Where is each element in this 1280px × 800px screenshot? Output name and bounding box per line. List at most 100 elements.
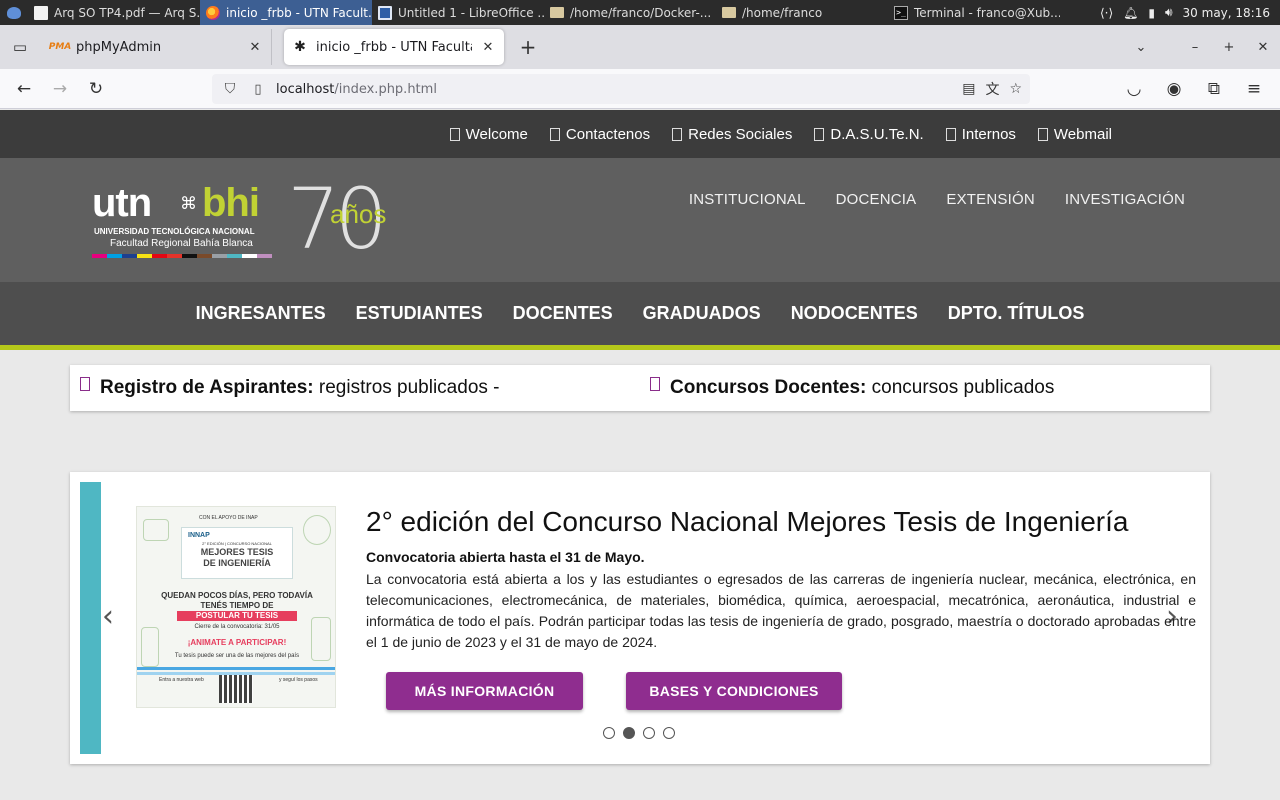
tracking-protection-shield-icon[interactable]: ⛉ (220, 81, 240, 97)
carousel-dot[interactable] (643, 727, 655, 739)
link-icon (672, 127, 683, 141)
tab-phpmyadmin[interactable]: PMA phpMyAdmin ✕ (44, 29, 272, 65)
volume-icon[interactable]: 🔊︎ (1165, 5, 1173, 20)
folder-icon (722, 7, 736, 18)
logo-color-bar (92, 254, 272, 258)
bookmark-star-icon[interactable]: ☆ (1009, 81, 1022, 97)
news-icon (650, 377, 660, 391)
top-link-dasuten[interactable]: D.A.S.U.Te.N. (814, 126, 924, 143)
maximize-window-button[interactable]: + (1212, 29, 1246, 65)
menu-item-graduados[interactable]: GRADUADOS (643, 303, 761, 324)
tab-utn-inicio[interactable]: ✱ inicio _frbb - UTN Facultad Regional B… (284, 29, 504, 65)
carousel-dot[interactable] (603, 727, 615, 739)
phpmyadmin-favicon-icon: PMA (48, 42, 72, 52)
menu-item-nodocentes[interactable]: NODOCENTES (791, 303, 918, 324)
url-text[interactable]: localhost/index.php.html (276, 82, 437, 97)
taskbar-item-folder-home[interactable]: /home/franco (716, 0, 888, 25)
forward-arrow-icon[interactable]: → (42, 73, 78, 105)
list-all-tabs-chevron-down-icon[interactable]: ⌄ (1124, 29, 1158, 65)
browser-tab-strip: ▭ PMA phpMyAdmin ✕ ✱ inicio _frbb - UTN … (0, 25, 1280, 69)
close-window-button[interactable]: ✕ (1246, 29, 1280, 65)
utn-knot-icon: ⌘ (180, 194, 197, 214)
link-icon (945, 127, 956, 141)
taskbar-item-terminal[interactable]: >_ Terminal - franco@Xub... (888, 0, 1060, 25)
secondary-menu: INGRESANTES ESTUDIANTES DOCENTES GRADUAD… (0, 282, 1280, 350)
top-link-contactenos[interactable]: Contactenos (549, 126, 650, 143)
network-icon[interactable]: ⟨·⟩ (1100, 6, 1113, 20)
taskbar-item-firefox[interactable]: inicio _frbb - UTN Facult... (200, 0, 372, 25)
browser-nav-bar: ← → ↻ ⛉ ▯ localhost/index.php.html ▤ 文 ☆… (0, 69, 1280, 109)
logo-color-segment (212, 254, 227, 258)
document-icon (34, 5, 48, 20)
close-tab-icon[interactable]: ✕ (480, 40, 496, 55)
clock[interactable]: 30 may, 18:16 (1183, 6, 1270, 20)
os-top-panel: Arq SO TP4.pdf — Arq S... inicio _frbb -… (0, 0, 1280, 25)
menu-item-dpto-titulos[interactable]: DPTO. TÍTULOS (948, 303, 1085, 324)
main-menu: INSTITUCIONAL DOCENCIA EXTENSIÓN INVESTI… (689, 191, 1185, 208)
libreoffice-icon (378, 5, 392, 20)
menu-item-estudiantes[interactable]: ESTUDIANTES (356, 303, 483, 324)
utn-bhi-logo[interactable]: utn ⌘ bhi UNIVERSIDAD TECNOLÓGICA NACION… (92, 177, 422, 263)
utn-favicon-icon: ✱ (294, 39, 306, 55)
link-icon (549, 127, 560, 141)
page-info-icon[interactable]: ▯ (246, 82, 270, 97)
slide-title[interactable]: 2° edición del Concurso Nacional Mejores… (366, 506, 1128, 538)
back-arrow-icon[interactable]: ← (6, 73, 42, 105)
logo-color-segment (242, 254, 257, 258)
slide-body: La convocatoria está abierta a los y las… (366, 571, 1196, 650)
pocket-icon[interactable]: ◡ (1116, 73, 1152, 105)
slide-poster-image[interactable]: CON EL APOYO DE INAP INNAP 2° EDICIÓN | … (136, 506, 336, 708)
menu-item-docentes[interactable]: DOCENTES (513, 303, 613, 324)
address-bar[interactable]: ⛉ ▯ localhost/index.php.html ▤ 文 ☆ (212, 74, 1030, 104)
site-top-utility-nav: Welcome Contactenos Redes Sociales D.A.S… (0, 110, 1280, 158)
carousel-dot[interactable] (623, 727, 635, 739)
link-icon (814, 127, 825, 141)
hamburger-menu-icon[interactable]: ≡ (1236, 73, 1272, 105)
folder-icon (550, 7, 564, 18)
top-link-welcome[interactable]: Welcome (449, 126, 528, 143)
system-tray: ⟨·⟩ 🔔︎ ▮ 🔊︎ 30 may, 18:16 (1100, 0, 1280, 25)
menu-item-ingresantes[interactable]: INGRESANTES (196, 303, 326, 324)
new-tab-button[interactable]: + (508, 29, 548, 65)
logo-color-segment (227, 254, 242, 258)
menu-item-institucional[interactable]: INSTITUCIONAL (689, 191, 806, 208)
top-link-webmail[interactable]: Webmail (1037, 126, 1112, 143)
menu-item-investigacion[interactable]: INVESTIGACIÓN (1065, 191, 1185, 208)
news-carousel: ‹ › CON EL APOYO DE INAP INNAP 2° EDICIÓ… (70, 472, 1210, 764)
reader-view-icon[interactable]: ▤ (962, 81, 975, 97)
logo-color-segment (92, 254, 107, 258)
terminal-icon: >_ (894, 5, 908, 20)
translate-icon[interactable]: 文 (985, 79, 999, 99)
top-link-internos[interactable]: Internos (945, 126, 1016, 143)
extensions-puzzle-icon[interactable]: ⧉ (1196, 73, 1232, 105)
logo-color-segment (167, 254, 182, 258)
reload-icon[interactable]: ↻ (78, 73, 114, 105)
logo-color-segment (182, 254, 197, 258)
logo-color-segment (197, 254, 212, 258)
mas-informacion-button[interactable]: MÁS INFORMACIÓN (386, 672, 583, 710)
firefox-view-icon[interactable]: ▭ (0, 25, 40, 69)
whisker-menu-icon[interactable] (0, 0, 28, 25)
taskbar-item-libreoffice[interactable]: Untitled 1 - LibreOffice ... (372, 0, 544, 25)
top-link-redes-sociales[interactable]: Redes Sociales (672, 126, 792, 143)
news-item-registro[interactable]: Registro de Aspirantes: registros public… (80, 365, 500, 411)
logo-color-segment (107, 254, 122, 258)
logo-color-segment (152, 254, 167, 258)
taskbar-item-pdf[interactable]: Arq SO TP4.pdf — Arq S... (28, 0, 200, 25)
notification-bell-icon[interactable]: 🔔︎ (1123, 6, 1138, 20)
firefox-icon (206, 5, 220, 20)
news-ticker: Registro de Aspirantes: registros public… (70, 365, 1210, 411)
menu-item-extension[interactable]: EXTENSIÓN (946, 191, 1034, 208)
link-icon (1037, 127, 1048, 141)
taskbar-item-folder-docker[interactable]: /home/franco/Docker-... (544, 0, 716, 25)
news-item-concursos[interactable]: Concursos Docentes: concursos publicados (650, 365, 1054, 411)
battery-icon[interactable]: ▮ (1148, 6, 1155, 20)
carousel-prev-chevron-icon[interactable]: ‹ (102, 602, 114, 632)
logo-color-segment (137, 254, 152, 258)
bases-y-condiciones-button[interactable]: BASES Y CONDICIONES (626, 672, 842, 710)
account-icon[interactable]: ◉ (1156, 73, 1192, 105)
menu-item-docencia[interactable]: DOCENCIA (836, 191, 917, 208)
minimize-window-button[interactable]: – (1178, 29, 1212, 65)
close-tab-icon[interactable]: ✕ (247, 40, 263, 55)
carousel-dot[interactable] (663, 727, 675, 739)
